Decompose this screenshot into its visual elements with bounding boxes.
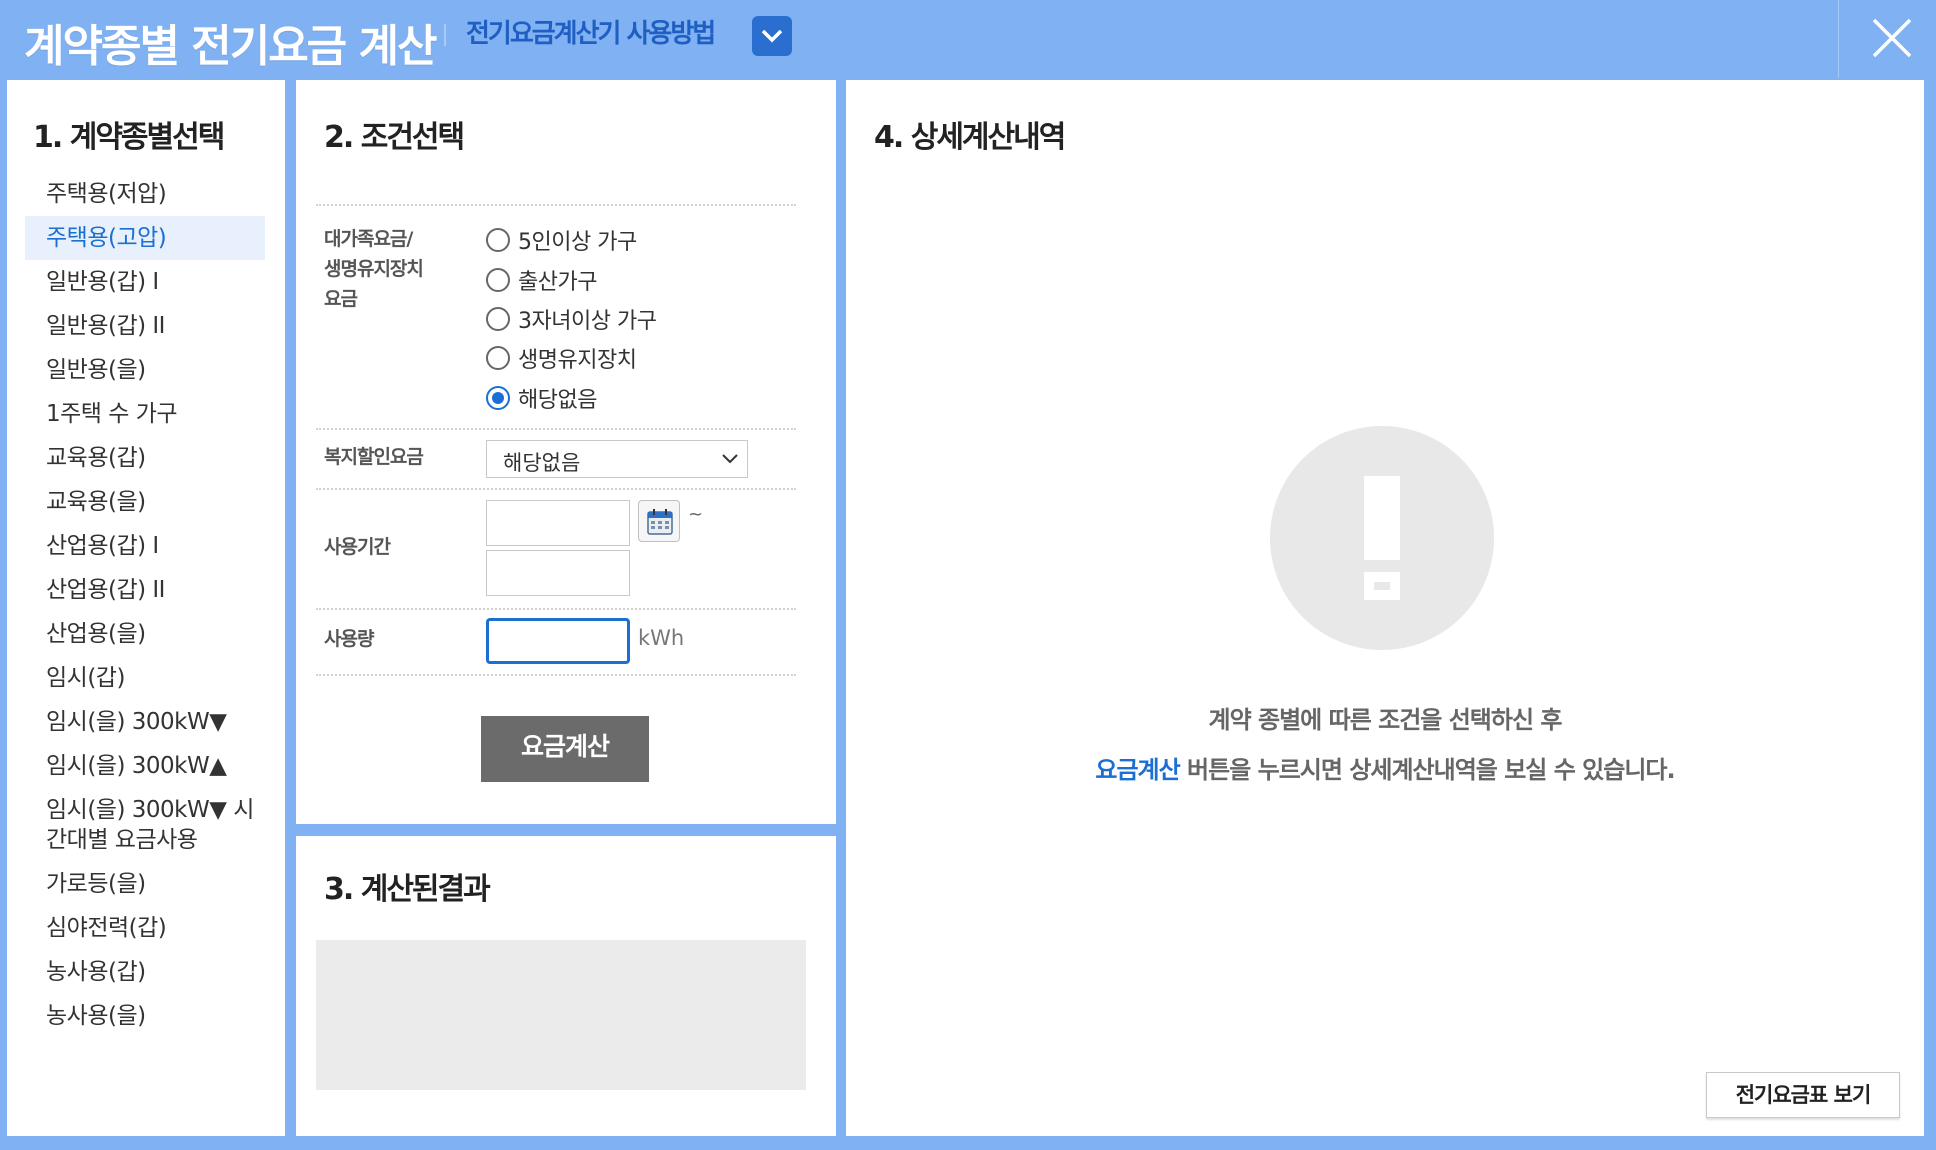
divider (316, 488, 796, 490)
contract-type-item[interactable]: 일반용(갑) II (25, 304, 265, 348)
contract-type-list: 주택용(저압) 주택용(고압) 일반용(갑) I 일반용(갑) II 일반용(을) 1주택… (25, 172, 265, 1038)
calculate-button[interactable]: 요금계산 (481, 716, 649, 782)
contract-type-item[interactable]: 농사용(갑) (25, 950, 265, 994)
usage-amount-input[interactable] (486, 618, 630, 664)
contract-type-item[interactable]: 임시(을) 300kW▲ (25, 744, 265, 788)
contract-type-item[interactable]: 주택용(저압) (25, 172, 265, 216)
usage-guide-link[interactable]: 전기요금계산기 사용방법 (466, 13, 716, 50)
contract-type-title: 1. 계약종별선택 (33, 120, 225, 155)
result-panel: 3. 계산된결과 (296, 836, 836, 1136)
period-end-input[interactable] (486, 550, 630, 596)
contract-type-item[interactable]: 산업용(갑) II (25, 568, 265, 612)
calendar-icon (647, 509, 673, 535)
radio-button[interactable] (486, 386, 510, 410)
chevron-down-icon (722, 454, 738, 464)
result-title: 3. 계산된결과 (324, 872, 491, 907)
detail-panel: 4. 상세계산내역 계약 종별에 따른 조건을 선택하신 후 요금계산 버튼을 … (846, 80, 1924, 1136)
close-button[interactable] (1838, 0, 1936, 78)
usage-period-label: 사용기간 (324, 536, 391, 558)
guide-text-rest: 버튼을 누르시면 상세계산내역을 보실 수 있습니다. (1179, 756, 1676, 784)
period-separator: ~ (688, 504, 704, 525)
family-rate-option-label: 생명유지장치 (518, 348, 637, 373)
family-rate-label-line3: 요금 (324, 288, 358, 310)
contract-type-item[interactable]: 산업용(갑) I (25, 524, 265, 568)
contract-type-item[interactable]: 농사용(을) (25, 994, 265, 1038)
exclamation-dot (1364, 572, 1400, 600)
family-rate-option[interactable]: 생명유지장치 (486, 342, 637, 374)
family-rate-option-label: 3자녀이상 가구 (518, 309, 657, 334)
contract-type-item[interactable]: 주택용(고압) (25, 216, 265, 260)
contract-type-item[interactable]: 임시(갑) (25, 656, 265, 700)
radio-button[interactable] (486, 307, 510, 331)
radio-button[interactable] (486, 228, 510, 252)
guide-text-line1: 계약 종별에 따른 조건을 선택하신 후 (1208, 706, 1563, 734)
family-rate-option-label: 5인이상 가구 (518, 230, 637, 255)
contract-type-item[interactable]: 가로등(을) (25, 862, 265, 906)
contract-type-item[interactable]: 일반용(을) (25, 348, 265, 392)
divider (316, 674, 796, 676)
divider (316, 204, 796, 206)
app-title: 계약종별 전기요금 계산 (24, 21, 437, 72)
guide-highlight: 요금계산 (1095, 756, 1180, 784)
detail-title: 4. 상세계산내역 (874, 120, 1066, 155)
contract-type-panel: 1. 계약종별선택 주택용(저압) 주택용(고압) 일반용(갑) I 일반용(갑) I… (7, 80, 285, 1136)
title-separator (444, 24, 446, 46)
radio-button[interactable] (486, 268, 510, 292)
guide-text-line2: 요금계산 버튼을 누르시면 상세계산내역을 보실 수 있습니다. (846, 750, 1924, 785)
welfare-discount-select[interactable]: 해당없음 (486, 440, 748, 478)
contract-type-item[interactable]: 임시(을) 300kW▼ 시간대별 요금사용 (25, 788, 265, 862)
close-icon (1872, 18, 1912, 58)
contract-type-item[interactable]: 임시(을) 300kW▼ (25, 700, 265, 744)
calendar-button[interactable] (638, 500, 680, 542)
family-rate-option[interactable]: 출산가구 (486, 264, 597, 296)
divider (316, 608, 796, 610)
contract-type-item[interactable]: 교육용(갑) (25, 436, 265, 480)
period-start-input[interactable] (486, 500, 630, 546)
welfare-discount-label: 복지할인요금 (324, 446, 424, 468)
family-rate-option-label: 출산가구 (518, 270, 597, 295)
contract-type-item[interactable]: 1주택 수 가구 (25, 392, 265, 436)
radio-button[interactable] (486, 346, 510, 370)
family-rate-option[interactable]: 해당없음 (486, 382, 597, 414)
family-rate-label-line2: 생명유지장치 (324, 258, 424, 280)
contract-type-item[interactable]: 심야전력(갑) (25, 906, 265, 950)
usage-unit: kWh (638, 626, 685, 650)
condition-title: 2. 조건선택 (324, 120, 465, 155)
welfare-discount-value: 해당없음 (503, 451, 581, 475)
chevron-down-icon (761, 29, 783, 43)
family-rate-option-label: 해당없음 (518, 388, 597, 413)
contract-type-item[interactable]: 교육용(을) (25, 480, 265, 524)
contract-type-item[interactable]: 산업용(을) (25, 612, 265, 656)
condition-panel: 2. 조건선택 대가족요금/ 생명유지장치 요금 5인이상 가구출산가구 3자녀이… (296, 80, 836, 824)
family-rate-label-line1: 대가족요금/ (324, 228, 413, 250)
contract-type-item[interactable]: 일반용(갑) I (25, 260, 265, 304)
divider (316, 428, 796, 430)
family-rate-option[interactable]: 5인이상 가구 (486, 224, 637, 256)
family-rate-option[interactable]: 3자녀이상 가구 (486, 303, 657, 335)
family-rate-label: 대가족요금/ 생명유지장치 요금 (324, 224, 424, 314)
usage-guide-toggle-button[interactable] (752, 16, 792, 56)
rate-table-button[interactable]: 전기요금표 보기 (1706, 1072, 1900, 1118)
exclamation-icon (1270, 426, 1494, 650)
exclamation-bar (1364, 476, 1400, 560)
usage-amount-label: 사용량 (324, 628, 374, 650)
title-bar: 계약종별 전기요금 계산 전기요금계산기 사용방법 (0, 0, 1936, 78)
result-box (316, 940, 806, 1090)
